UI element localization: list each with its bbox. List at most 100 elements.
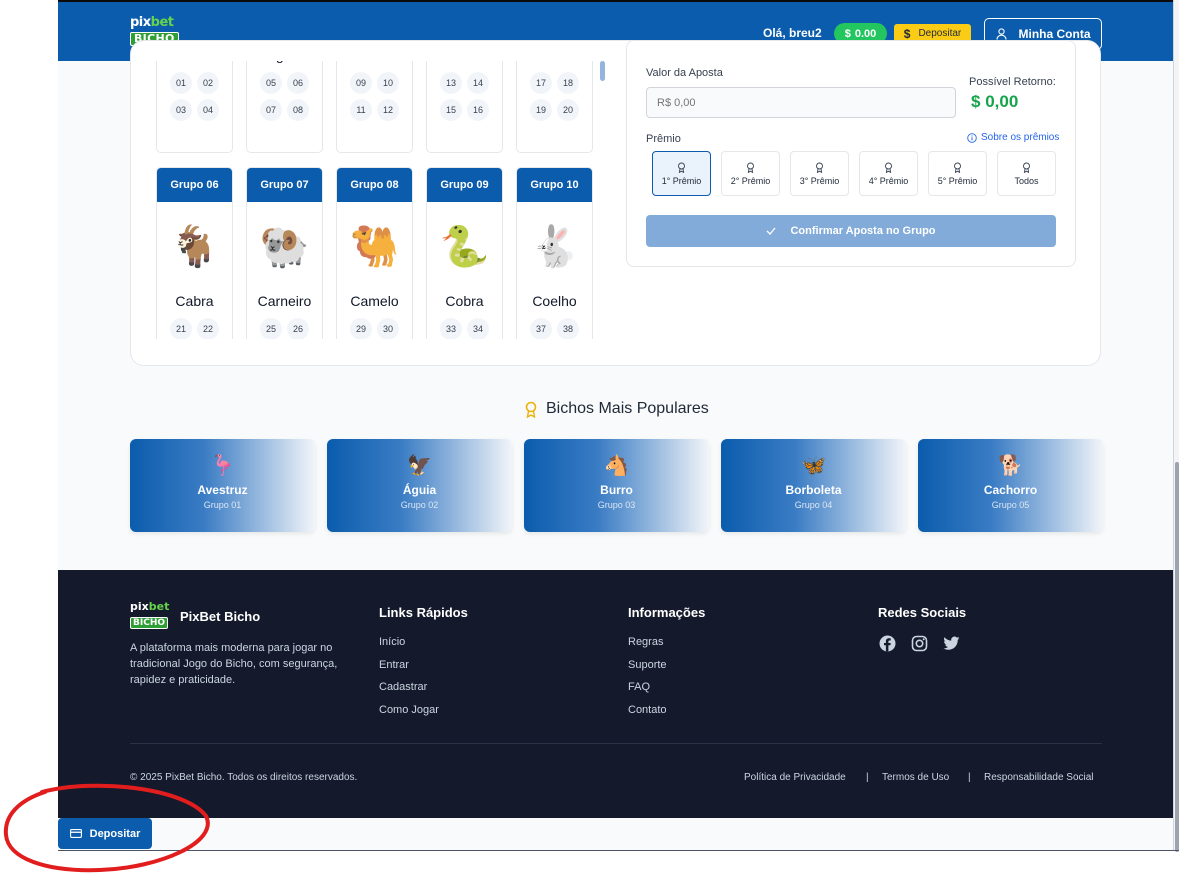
bet-amount-input[interactable] — [646, 87, 956, 118]
confirm-bet-button[interactable]: Confirmar Aposta no Grupo — [646, 215, 1056, 247]
prize-label: Prêmio — [646, 133, 681, 145]
group-card[interactable]: Águia05060708 — [246, 61, 323, 153]
possible-return-label: Possível Retorno: — [969, 76, 1056, 88]
number-chip[interactable]: 22 — [197, 318, 219, 339]
group-card[interactable]: Grupo 10 🐇 Coelho 37 38 — [516, 167, 593, 339]
instagram-icon[interactable] — [910, 634, 928, 652]
twitter-icon[interactable] — [942, 634, 960, 652]
number-chip[interactable]: 29 — [350, 318, 372, 339]
footer-link-suporte[interactable]: Suporte — [628, 659, 667, 671]
prize-option-4[interactable]: 4° Prêmio — [859, 151, 918, 196]
footer-link-como-jogar[interactable]: Como Jogar — [379, 704, 439, 716]
number-chip[interactable]: 14 — [467, 72, 489, 94]
number-chip[interactable]: 38 — [557, 318, 579, 339]
number-chip[interactable]: 19 — [530, 99, 552, 121]
bet-amount-label: Valor da Aposta — [646, 67, 723, 79]
number-chip[interactable]: 01 — [170, 72, 192, 94]
terms-of-use-link[interactable]: Termos de Uso — [882, 772, 949, 783]
animal-group: Grupo 01 — [203, 500, 242, 510]
animal-name: Águia — [402, 483, 437, 497]
number-chip[interactable]: 17 — [530, 72, 552, 94]
footer-link-faq[interactable]: FAQ — [628, 681, 650, 693]
site-footer: pixbet BICHO PixBet Bicho A plataforma m… — [58, 570, 1173, 818]
number-chip[interactable]: 05 — [260, 72, 282, 94]
popular-animal-card[interactable]: 🦩 Avestruz Grupo 01 — [130, 439, 315, 532]
animal-groups-grid[interactable]: Avestruz01020304Águia05060708Burro091011… — [156, 61, 606, 339]
group-card[interactable]: Grupo 08 🐫 Camelo 29 30 — [336, 167, 413, 339]
footer-link-inicio[interactable]: Início — [379, 636, 405, 648]
floating-deposit-button[interactable]: Depositar — [58, 818, 152, 849]
number-chip[interactable]: 34 — [467, 318, 489, 339]
prize-option-1[interactable]: 1° Prêmio — [652, 151, 711, 196]
balance-value: 0.00 — [854, 27, 877, 40]
info-icon — [967, 132, 977, 143]
number-chip[interactable]: 33 — [440, 318, 462, 339]
number-chip[interactable]: 06 — [287, 72, 309, 94]
number-chip[interactable]: 02 — [197, 72, 219, 94]
animal-group: Grupo 04 — [794, 500, 833, 510]
number-chip[interactable]: 10 — [377, 72, 399, 94]
groups-scrollbar[interactable] — [600, 61, 605, 81]
group-card[interactable]: Avestruz01020304 — [156, 61, 233, 153]
group-card[interactable]: Burro09101112 — [336, 61, 413, 153]
social-responsibility-link[interactable]: Responsabilidade Social — [984, 772, 1094, 783]
number-chip[interactable]: 26 — [287, 318, 309, 339]
number-chip[interactable]: 21 — [170, 318, 192, 339]
footer-divider — [130, 743, 1102, 744]
number-chip[interactable]: 07 — [260, 99, 282, 121]
number-chip[interactable]: 13 — [440, 72, 462, 94]
footer-link-regras[interactable]: Regras — [628, 636, 663, 648]
popular-animal-card[interactable]: 🦋 Borboleta Grupo 04 — [721, 439, 906, 532]
number-chip[interactable]: 04 — [197, 99, 219, 121]
footer-link-entrar[interactable]: Entrar — [379, 659, 409, 671]
animal-name: Cabra — [175, 293, 214, 309]
group-card[interactable]: Cachorro17181920 — [516, 61, 593, 153]
quick-links-title: Links Rápidos — [379, 605, 468, 620]
group-header: Grupo 10 — [517, 168, 592, 202]
animal-icon: 🐇 — [529, 223, 580, 270]
page-scrollbar-thumb[interactable] — [1175, 462, 1179, 852]
number-chip[interactable]: 30 — [377, 318, 399, 339]
footer-link-cadastrar[interactable]: Cadastrar — [379, 681, 427, 693]
award-icon — [525, 401, 537, 418]
group-card[interactable]: Borboleta13141516 — [426, 61, 503, 153]
number-chip[interactable]: 25 — [260, 318, 282, 339]
facebook-icon[interactable] — [878, 634, 896, 652]
group-numbers: 01 02 03 04 — [157, 66, 232, 121]
number-chip[interactable]: 16 — [467, 99, 489, 121]
popular-animal-card[interactable]: 🐴 Burro Grupo 03 — [524, 439, 709, 532]
number-chip[interactable]: 08 — [287, 99, 309, 121]
number-chip[interactable]: 09 — [350, 72, 372, 94]
legal-separator: | — [968, 772, 971, 783]
group-numbers: 37 38 — [517, 312, 592, 339]
about-prizes-link[interactable]: Sobre os prêmios — [967, 132, 1059, 143]
number-chip[interactable]: 11 — [350, 99, 372, 121]
social-title: Redes Sociais — [878, 605, 967, 620]
currency-icon: $ — [844, 27, 851, 40]
award-icon — [747, 162, 754, 173]
popular-animal-card[interactable]: 🐕 Cachorro Grupo 05 — [918, 439, 1103, 532]
prize-option-5[interactable]: 5° Prêmio — [928, 151, 987, 196]
group-card[interactable]: Grupo 09 🐍 Cobra 33 34 — [426, 167, 503, 339]
number-chip[interactable]: 12 — [377, 99, 399, 121]
number-chip[interactable]: 20 — [557, 99, 579, 121]
number-chip[interactable]: 03 — [170, 99, 192, 121]
group-numbers: 33 34 — [427, 312, 502, 339]
animal-name: Coelho — [532, 293, 577, 309]
number-chip[interactable]: 37 — [530, 318, 552, 339]
footer-link-contato[interactable]: Contato — [628, 704, 667, 716]
number-chip[interactable]: 18 — [557, 72, 579, 94]
popular-animal-card[interactable]: 🦅 Águia Grupo 02 — [327, 439, 512, 532]
group-card[interactable]: Grupo 07 🐏 Carneiro 25 26 — [246, 167, 323, 339]
number-chip[interactable]: 15 — [440, 99, 462, 121]
prize-option-3[interactable]: 3° Prêmio — [790, 151, 849, 196]
prize-option-2[interactable]: 2° Prêmio — [721, 151, 780, 196]
group-numbers: 21 22 — [157, 312, 232, 339]
group-card[interactable]: Grupo 06 🐐 Cabra 21 22 — [156, 167, 233, 339]
award-icon — [885, 162, 892, 173]
prize-label: 2° Prêmio — [730, 175, 771, 186]
privacy-policy-link[interactable]: Política de Privacidade — [744, 772, 846, 783]
group-header: Grupo 08 — [337, 168, 412, 202]
prize-option-6[interactable]: Todos — [997, 151, 1056, 196]
account-label: Minha Conta — [1018, 27, 1091, 41]
